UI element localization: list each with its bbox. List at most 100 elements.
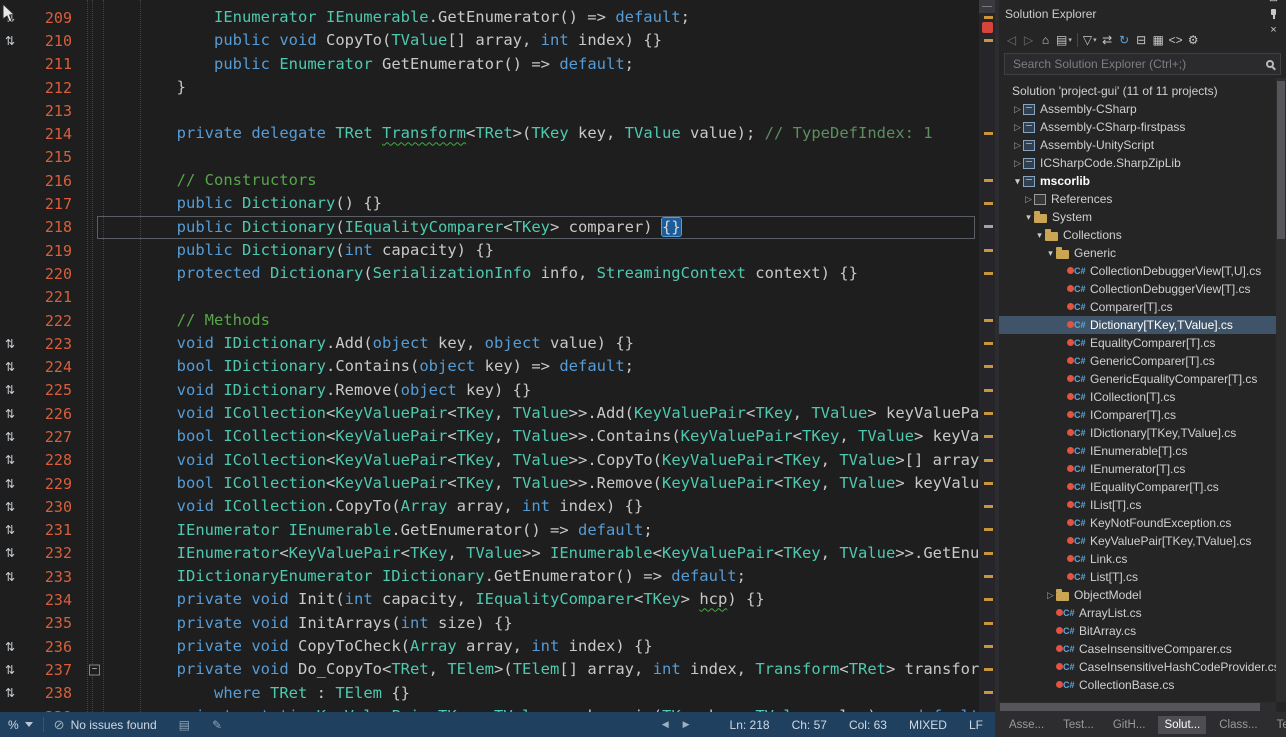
line-number[interactable]: 235	[26, 614, 72, 632]
properties-icon[interactable]: ⚙	[1185, 31, 1202, 49]
tree-item[interactable]: KeyValuePair[TKey,TValue].cs	[999, 532, 1276, 550]
tool-window-tab[interactable]: Asse...	[1003, 716, 1050, 734]
line-number[interactable]: 233	[26, 568, 72, 586]
reference-arrows-icon[interactable]: ⇅	[0, 34, 26, 48]
line-number[interactable]: 222	[26, 312, 72, 330]
status-char[interactable]: Ch: 57	[792, 718, 827, 732]
refresh-icon[interactable]: ↻	[1116, 31, 1133, 49]
code-line[interactable]: 215	[0, 146, 979, 169]
code-line[interactable]: ⇅230 void ICollection.CopyTo(Array array…	[0, 495, 979, 518]
tree-item[interactable]: Solution 'project-gui' (11 of 11 project…	[999, 82, 1276, 100]
expander-icon[interactable]: ▾	[1045, 248, 1056, 259]
tree-item[interactable]: CollectionBase.cs	[999, 676, 1276, 694]
tree-item[interactable]: CollectionDebuggerView[T].cs	[999, 280, 1276, 298]
reference-arrows-icon[interactable]: ⇅	[0, 337, 26, 351]
code-line[interactable]: 213	[0, 99, 979, 122]
line-number[interactable]: 217	[26, 195, 72, 213]
code-line[interactable]: 216 // Constructors	[0, 169, 979, 192]
code-line[interactable]: ⇅227 bool ICollection<KeyValuePair<TKey,…	[0, 425, 979, 448]
tree-item[interactable]: ▾Collections	[999, 226, 1276, 244]
line-number[interactable]: 218	[26, 218, 72, 236]
code-line[interactable]: ⇅236 private void CopyToCheck(Array arra…	[0, 635, 979, 658]
tree-item[interactable]: ArrayList.cs	[999, 604, 1276, 622]
tool-window-tab[interactable]: Tea...	[1271, 716, 1286, 734]
nav-forward-icon[interactable]: ▷	[1020, 31, 1037, 49]
line-number[interactable]: 216	[26, 172, 72, 190]
expander-icon[interactable]: ▷	[1045, 590, 1056, 601]
line-number[interactable]: 210	[26, 32, 72, 50]
tree-vertical-scrollbar[interactable]	[1276, 78, 1286, 702]
scroll-left-icon[interactable]: ◀	[662, 719, 669, 730]
tree-horizontal-scrollbar[interactable]	[999, 702, 1276, 712]
reference-arrows-icon[interactable]: ⇅	[0, 383, 26, 397]
code-line[interactable]: ⇅238 where TRet : TElem {}	[0, 682, 979, 705]
reference-arrows-icon[interactable]: ⇅	[0, 500, 26, 514]
tree-item[interactable]: EqualityComparer[T].cs	[999, 334, 1276, 352]
status-col[interactable]: Col: 63	[849, 718, 887, 732]
line-number[interactable]: 236	[26, 638, 72, 656]
tree-item[interactable]: Link.cs	[999, 550, 1276, 568]
line-number[interactable]: 226	[26, 405, 72, 423]
pin-icon[interactable]	[1265, 6, 1282, 22]
reference-arrows-icon[interactable]: ⇅	[0, 640, 26, 654]
line-number[interactable]: 211	[26, 55, 72, 73]
filter-icon[interactable]: ▽▾	[1081, 31, 1099, 49]
tree-item[interactable]: ▾System	[999, 208, 1276, 226]
line-number[interactable]: 223	[26, 335, 72, 353]
scroll-right-icon[interactable]: ▶	[683, 719, 690, 730]
code-line[interactable]: ⇅225 void IDictionary.Remove(object key)…	[0, 379, 979, 402]
line-number[interactable]: 215	[26, 148, 72, 166]
code-line[interactable]: ⇅226 void ICollection<KeyValuePair<TKey,…	[0, 402, 979, 425]
reference-arrows-icon[interactable]: ⇅	[0, 477, 26, 491]
line-number[interactable]: 234	[26, 591, 72, 609]
home-icon[interactable]: ⌂	[1037, 31, 1054, 49]
code-line[interactable]: 219 public Dictionary(int capacity) {}	[0, 239, 979, 262]
tree-item[interactable]: IEqualityComparer[T].cs	[999, 478, 1276, 496]
code-editor[interactable]: ⇅209 IEnumerator IEnumerable.GetEnumerat…	[0, 0, 995, 712]
code-line[interactable]: 221	[0, 286, 979, 309]
tree-item[interactable]: CollectionDebuggerView[T,U].cs	[999, 262, 1276, 280]
line-number[interactable]: 239	[26, 708, 72, 712]
line-number[interactable]: 225	[26, 381, 72, 399]
expander-icon[interactable]: ▾	[1034, 230, 1045, 241]
code-line[interactable]: ⇅209 IEnumerator IEnumerable.GetEnumerat…	[0, 6, 979, 29]
reference-arrows-icon[interactable]: ⇅	[0, 663, 26, 677]
code-line[interactable]: 211 public Enumerator GetEnumerator() =>…	[0, 53, 979, 76]
document-icon[interactable]: ▤	[179, 718, 190, 732]
tree-item[interactable]: IDictionary[TKey,TValue].cs	[999, 424, 1276, 442]
tree-item[interactable]: ▾mscorlib	[999, 172, 1276, 190]
edit-pencil-icon[interactable]: ✎	[212, 718, 222, 732]
line-number[interactable]: 230	[26, 498, 72, 516]
tree-item[interactable]: CaseInsensitiveComparer.cs	[999, 640, 1276, 658]
tree-item[interactable]: ICollection[T].cs	[999, 388, 1276, 406]
code-line[interactable]: 234 private void Init(int capacity, IEqu…	[0, 588, 979, 611]
line-number[interactable]: 214	[26, 125, 72, 143]
code-line[interactable]: ⇅229 bool ICollection<KeyValuePair<TKey,…	[0, 472, 979, 495]
code-line[interactable]: ⇅228 void ICollection<KeyValuePair<TKey,…	[0, 449, 979, 472]
reference-arrows-icon[interactable]: ⇅	[0, 430, 26, 444]
line-number[interactable]: 213	[26, 102, 72, 120]
fold-collapse-icon[interactable]: −	[89, 664, 100, 675]
line-number[interactable]: 237	[26, 661, 72, 679]
line-number[interactable]: 219	[26, 242, 72, 260]
line-number[interactable]: 228	[26, 451, 72, 469]
tool-window-tab[interactable]: GitH...	[1107, 716, 1152, 734]
nav-back-icon[interactable]: ◁	[1003, 31, 1020, 49]
search-input[interactable]	[1011, 56, 1261, 72]
code-line[interactable]: 235 private void InitArrays(int size) {}	[0, 612, 979, 635]
line-number[interactable]: 212	[26, 79, 72, 97]
line-number[interactable]: 229	[26, 475, 72, 493]
line-number[interactable]: 209	[26, 9, 72, 27]
code-line[interactable]: ⇅224 bool IDictionary.Contains(object ke…	[0, 355, 979, 378]
code-line[interactable]: 214 private delegate TRet Transform<TRet…	[0, 122, 979, 145]
reference-arrows-icon[interactable]: ⇅	[0, 453, 26, 467]
expander-icon[interactable]: ▷	[1012, 140, 1023, 151]
expander-icon[interactable]: ▾	[1012, 176, 1023, 187]
zoom-control[interactable]: %	[8, 718, 33, 732]
line-number[interactable]: 221	[26, 288, 72, 306]
expander-icon[interactable]: ▾	[1023, 212, 1034, 223]
code-view-icon[interactable]: <>	[1167, 31, 1185, 49]
split-handle[interactable]	[979, 0, 995, 13]
show-all-files-icon[interactable]: ▦	[1150, 31, 1167, 49]
tree-item[interactable]: IEnumerable[T].cs	[999, 442, 1276, 460]
